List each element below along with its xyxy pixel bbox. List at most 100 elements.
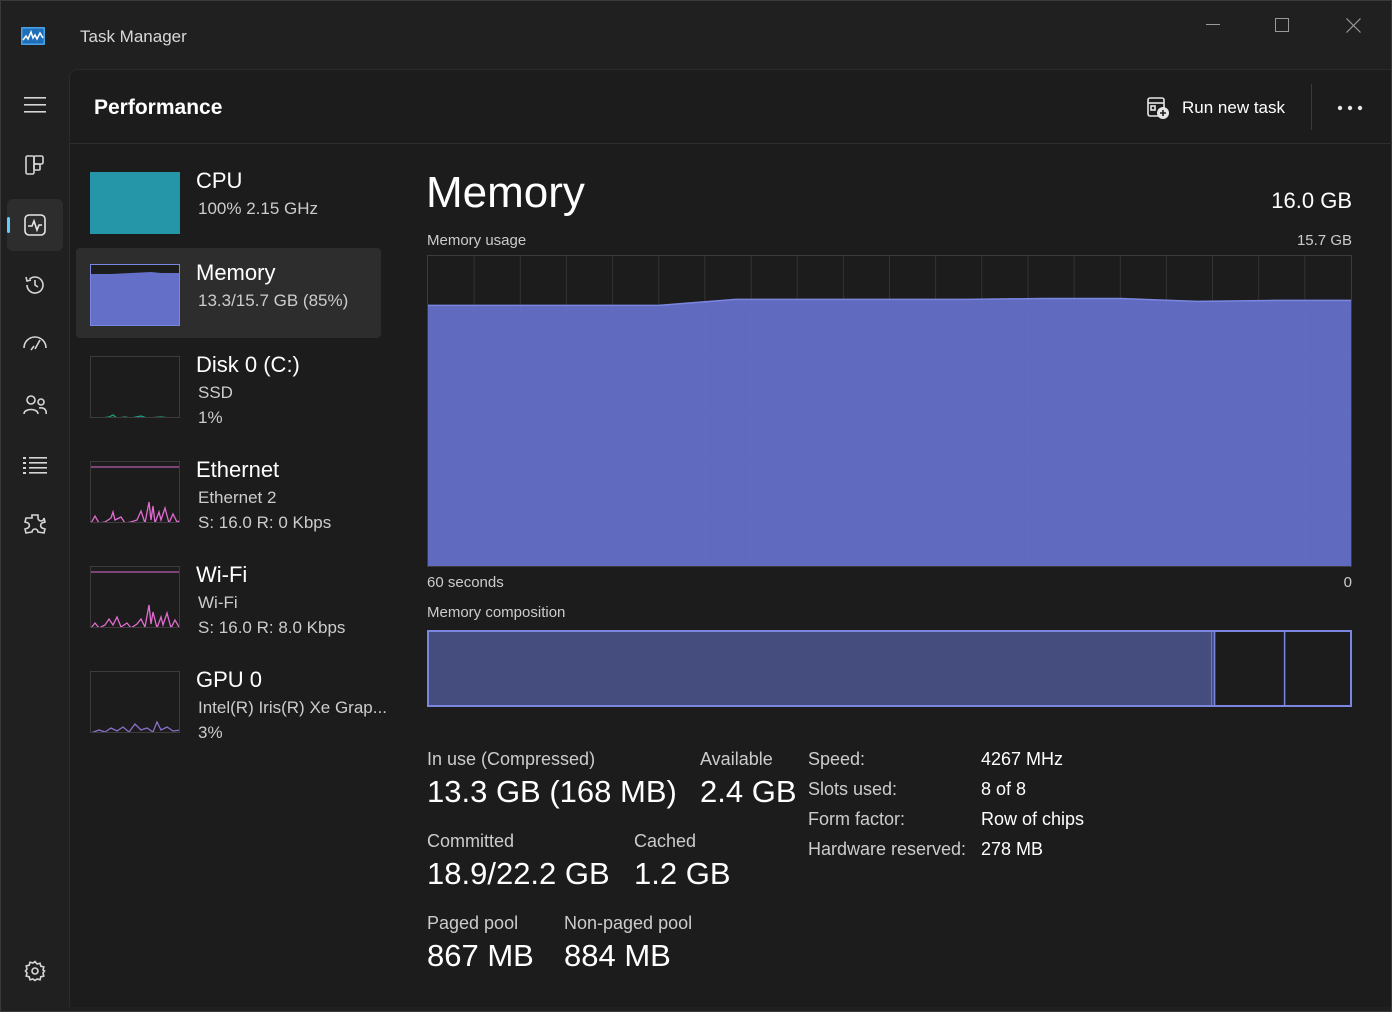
available-value: 2.4 GB: [700, 774, 797, 809]
hardware-reserved-label: Hardware reserved:: [808, 839, 967, 859]
memory-usage-plot: [428, 256, 1351, 566]
in-use-value: 13.3 GB (168 MB): [427, 774, 677, 809]
hardware-reserved-value: 278 MB: [981, 839, 1044, 859]
resource-detail: 13.3/15.7 GB (85%): [198, 291, 349, 310]
task-manager-app-icon: [21, 27, 45, 45]
chart-axis-left-label: 60 seconds: [427, 574, 504, 591]
detail-total-capacity: 16.0 GB: [1271, 188, 1352, 213]
wifi-thumbnail: [90, 566, 180, 628]
ethernet-thumbnail: [90, 461, 180, 523]
close-button[interactable]: [1330, 11, 1376, 39]
cached-label: Cached: [634, 831, 697, 851]
nav-item-processes[interactable]: [7, 139, 63, 191]
navigation-rail: [1, 69, 69, 1009]
nav-item-startup-apps[interactable]: [7, 319, 63, 371]
history-icon: [25, 276, 44, 294]
paged-pool-value: 867 MB: [427, 938, 534, 973]
more-options-button[interactable]: [1330, 92, 1370, 124]
close-icon: [1345, 17, 1361, 33]
resource-item-cpu[interactable]: CPU 100% 2.15 GHz: [76, 156, 381, 246]
resource-name: CPU: [196, 168, 243, 193]
resource-detail: Ethernet 2: [198, 488, 277, 507]
page-title: Performance: [94, 96, 223, 119]
nav-menu-button[interactable]: [7, 79, 63, 131]
memory-composition-bar: [427, 630, 1352, 707]
form-factor-label: Form factor:: [808, 809, 906, 829]
resource-detail: 100% 2.15 GHz: [198, 199, 319, 218]
slots-used-label: Slots used:: [808, 779, 898, 799]
resource-detail-secondary: S: 16.0 R: 8.0 Kbps: [198, 618, 346, 637]
non-paged-pool-label: Non-paged pool: [564, 913, 693, 933]
memory-usage-max: 15.7 GB: [1296, 232, 1352, 249]
resource-item-wifi[interactable]: Wi-Fi Wi-Fi S: 16.0 R: 8.0 Kbps: [76, 550, 381, 640]
cached-value: 1.2 GB: [634, 856, 731, 891]
header-separator: [1311, 84, 1312, 130]
in-use-label: In use (Compressed): [427, 749, 596, 769]
resource-detail: Intel(R) Iris(R) Xe Grap...: [198, 698, 387, 717]
composition-standby-segment: [1215, 632, 1285, 705]
resource-detail: SSD: [198, 383, 233, 402]
memory-usage-label: Memory usage: [427, 232, 527, 249]
form-factor-value: Row of chips: [981, 809, 1085, 829]
main-pane: Performance Run new task CPU 100% 2.15 G…: [69, 69, 1392, 1007]
available-label: Available: [700, 749, 773, 769]
gpu-thumbnail: [90, 671, 180, 733]
composition-free-segment: [1285, 632, 1350, 705]
nav-item-settings[interactable]: [7, 945, 63, 997]
slots-used-value: 8 of 8: [981, 779, 1027, 799]
ellipsis-icon: [1337, 105, 1363, 111]
resource-item-disk[interactable]: Disk 0 (C:) SSD 1%: [76, 340, 381, 430]
performance-icon: [24, 214, 46, 236]
speed-value: 4267 MHz: [981, 749, 1064, 769]
committed-label: Committed: [427, 831, 515, 851]
memory-usage-chart: [427, 255, 1352, 567]
run-new-task-button[interactable]: Run new task: [1146, 92, 1285, 124]
resource-name: Memory: [196, 260, 276, 285]
memory-composition-label: Memory composition: [427, 604, 566, 621]
resource-detail-secondary: S: 16.0 R: 0 Kbps: [198, 513, 332, 532]
cpu-thumbnail: [90, 172, 180, 234]
task-manager-window: Task Manager Performance Run new task CP…: [0, 0, 1392, 1012]
resource-detail-secondary: 1%: [198, 408, 223, 427]
resource-item-ethernet[interactable]: Ethernet Ethernet 2 S: 16.0 R: 0 Kbps: [76, 445, 381, 535]
maximize-button[interactable]: [1259, 11, 1305, 39]
disk-thumbnail: [90, 356, 180, 418]
window-title: Task Manager: [80, 27, 187, 46]
resource-detail: Wi-Fi: [198, 593, 238, 612]
committed-value: 18.9/22.2 GB: [427, 856, 610, 891]
resource-item-gpu[interactable]: GPU 0 Intel(R) Iris(R) Xe Grap... 3%: [76, 655, 387, 745]
nav-item-app-history[interactable]: [7, 259, 63, 311]
resource-name: GPU 0: [196, 667, 263, 692]
services-icon: [24, 514, 46, 534]
details-list-icon: [23, 457, 47, 474]
users-icon: [23, 395, 47, 415]
nav-item-users[interactable]: [7, 379, 63, 431]
resource-item-memory[interactable]: Memory 13.3/15.7 GB (85%): [76, 248, 381, 338]
resource-name: Disk 0 (C:): [196, 352, 300, 377]
chart-axis-right-label: 0: [1343, 574, 1352, 591]
paged-pool-label: Paged pool: [427, 913, 519, 933]
title-bar: Task Manager: [1, 1, 1391, 69]
detail-title: Memory: [426, 168, 585, 217]
memory-detail-pane: Memory 16.0 GB Memory usage 15.7 GB 60 s…: [426, 144, 1386, 1004]
run-task-icon: [1147, 97, 1169, 119]
composition-in-use-segment: [429, 632, 1212, 705]
hamburger-icon: [24, 97, 46, 113]
nav-item-performance[interactable]: [7, 199, 63, 251]
minimize-button[interactable]: [1190, 11, 1236, 39]
memory-usage-area: [428, 298, 1351, 566]
processes-icon: [25, 155, 44, 175]
resource-name: Wi-Fi: [196, 562, 248, 587]
nav-item-services[interactable]: [7, 499, 63, 551]
run-new-task-label: Run new task: [1182, 98, 1285, 117]
nav-item-details[interactable]: [7, 439, 63, 491]
page-header: Performance Run new task: [70, 70, 1392, 144]
non-paged-pool-value: 884 MB: [564, 938, 671, 973]
memory-thumbnail: [90, 264, 180, 326]
minimize-icon: [1206, 24, 1220, 25]
startup-icon: [23, 336, 47, 351]
gear-icon: [24, 960, 46, 982]
resource-detail-secondary: 3%: [198, 723, 223, 742]
resource-name: Ethernet: [196, 457, 280, 482]
speed-label: Speed:: [808, 749, 866, 769]
